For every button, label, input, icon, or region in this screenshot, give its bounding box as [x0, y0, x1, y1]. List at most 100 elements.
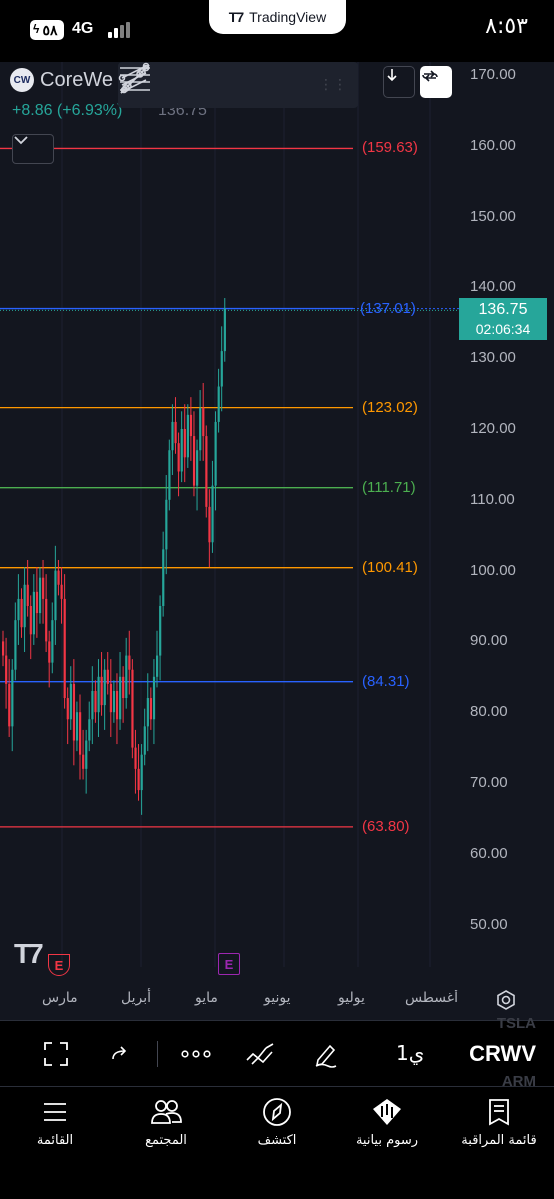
candle-body	[60, 584, 63, 599]
price-axis-label: 140.00	[470, 278, 516, 296]
app-indicator[interactable]: T7 TradingView	[209, 0, 346, 34]
candle-body	[171, 421, 174, 451]
earnings-past-badge[interactable]: E	[48, 954, 70, 976]
nav-label: القائمة	[36, 1133, 74, 1148]
last-price-tag: 136.75 02:06:34	[459, 298, 547, 340]
status-bar: ϟ ٥٨ 4G T7 TradingView ٨:٥٣	[0, 0, 554, 62]
candle-body	[122, 676, 125, 699]
candle-body	[23, 584, 26, 628]
nav-chart[interactable]: رسوم بيانية	[332, 1097, 442, 1148]
symbol-legend[interactable]: CW CoreWe	[10, 68, 113, 92]
fullscreen-button[interactable]	[36, 1021, 76, 1087]
candle-body	[152, 676, 156, 720]
candle-body	[211, 485, 214, 543]
price-level-label: (123.02)	[362, 398, 418, 416]
price-axis-label: 60.00	[470, 844, 508, 862]
symbol-change: +8.86 (+6.93%)	[12, 102, 123, 119]
nav-watchlist[interactable]: قائمة المراقبة	[444, 1097, 554, 1148]
trend-line-icon[interactable]	[120, 64, 270, 105]
symbol-name[interactable]: CoreWe	[40, 69, 113, 92]
undo-button[interactable]	[100, 1021, 140, 1087]
legend-collapse-button[interactable]	[12, 134, 54, 164]
scroll-down-button[interactable]	[383, 66, 415, 98]
candle-body	[14, 620, 17, 670]
candle-body	[45, 598, 48, 642]
price-axis-label: 90.00	[470, 632, 508, 650]
nav-discover[interactable]: اكتشف	[222, 1097, 332, 1148]
bottom-navigation: قائمة المراقبة رسوم بيانية اكتشف المجتمع…	[0, 1086, 554, 1199]
community-icon	[151, 1100, 182, 1124]
candle-body	[131, 669, 134, 748]
drag-handle-icon[interactable]: ⋮⋮	[319, 70, 347, 100]
candle-body	[26, 584, 29, 606]
candle-body	[35, 591, 39, 614]
interval-button[interactable]: 1ي	[396, 1041, 424, 1065]
watchlist-icon	[489, 1099, 509, 1126]
candle-body	[75, 712, 79, 741]
ray-line-icon[interactable]	[120, 64, 320, 105]
candle-body	[38, 577, 42, 614]
candle-body	[88, 719, 91, 741]
candle-body	[69, 683, 72, 720]
fib-retracement-icon[interactable]	[120, 64, 220, 105]
candle-body	[140, 754, 143, 791]
nav-label: اكتشف	[257, 1133, 297, 1148]
price-axis-label: 100.00	[470, 561, 516, 579]
candle-body	[180, 429, 183, 472]
price-axis-label: 150.00	[470, 207, 516, 225]
price-axis-label: 50.00	[470, 915, 508, 933]
nav-community[interactable]: المجتمع	[111, 1097, 221, 1148]
drawings-button[interactable]	[240, 1021, 280, 1087]
candle-body	[223, 308, 226, 352]
sync-button[interactable]	[420, 66, 452, 98]
candle-body	[220, 351, 223, 387]
battery-indicator: ϟ ٥٨	[30, 20, 64, 40]
price-axis-label: 70.00	[470, 774, 508, 791]
candle-body	[137, 768, 140, 791]
candle-body	[177, 443, 180, 472]
nav-menu[interactable]: القائمة	[0, 1097, 110, 1148]
earnings-upcoming-badge[interactable]: E	[218, 953, 240, 975]
candle-body	[42, 577, 45, 599]
drawing-toolbar: ⋮⋮	[118, 62, 358, 108]
candle-body	[146, 698, 149, 727]
candle-body	[72, 683, 76, 741]
candle-body	[208, 506, 211, 543]
candle-body	[217, 386, 220, 422]
battery-level: ٥٨	[42, 21, 58, 38]
pen-icon	[315, 1044, 337, 1068]
candle-body	[8, 683, 11, 727]
candle-body	[66, 698, 69, 720]
candle-body	[2, 641, 5, 656]
more-dots-icon	[181, 1050, 211, 1058]
price-axis-label: 110.00	[470, 490, 515, 508]
price-level-label: (137.01)	[360, 299, 416, 317]
candle-body	[79, 712, 82, 755]
chart-pane[interactable]: 170.00 160.00 150.00 140.00 130.00 120.00 110.…	[0, 62, 554, 1020]
price-axis-label: 80.00	[470, 703, 508, 721]
candle-body	[63, 598, 66, 699]
candle-body	[183, 429, 186, 458]
chart-canvas[interactable]	[0, 62, 554, 1020]
price-level-label: (84.31)	[362, 672, 410, 690]
candle-body	[91, 690, 94, 720]
price-axis-label: 120.00	[470, 420, 516, 437]
price-level-label: (63.80)	[362, 817, 410, 835]
candle-body	[189, 414, 193, 437]
adjacent-symbol-above: TSLA	[496, 1015, 536, 1032]
toolbar-divider	[157, 1041, 158, 1067]
candle-body	[168, 450, 171, 500]
price-level-label: (111.71)	[362, 478, 416, 496]
drawing-tool-button[interactable]	[306, 1021, 346, 1087]
candle-body	[29, 606, 32, 635]
candle-body	[109, 683, 112, 713]
candle-body	[186, 414, 189, 458]
chart-toolbar: TSLA CRWV ARM 1ي	[0, 1015, 554, 1090]
candle-body	[125, 655, 128, 699]
menu-icon	[44, 1103, 66, 1121]
candle-body	[57, 570, 60, 585]
candle-body	[149, 698, 153, 720]
more-button[interactable]	[176, 1021, 216, 1087]
symbol-search-button[interactable]: CRWV	[469, 1041, 536, 1067]
time-axis-label: مايو	[195, 990, 218, 1006]
